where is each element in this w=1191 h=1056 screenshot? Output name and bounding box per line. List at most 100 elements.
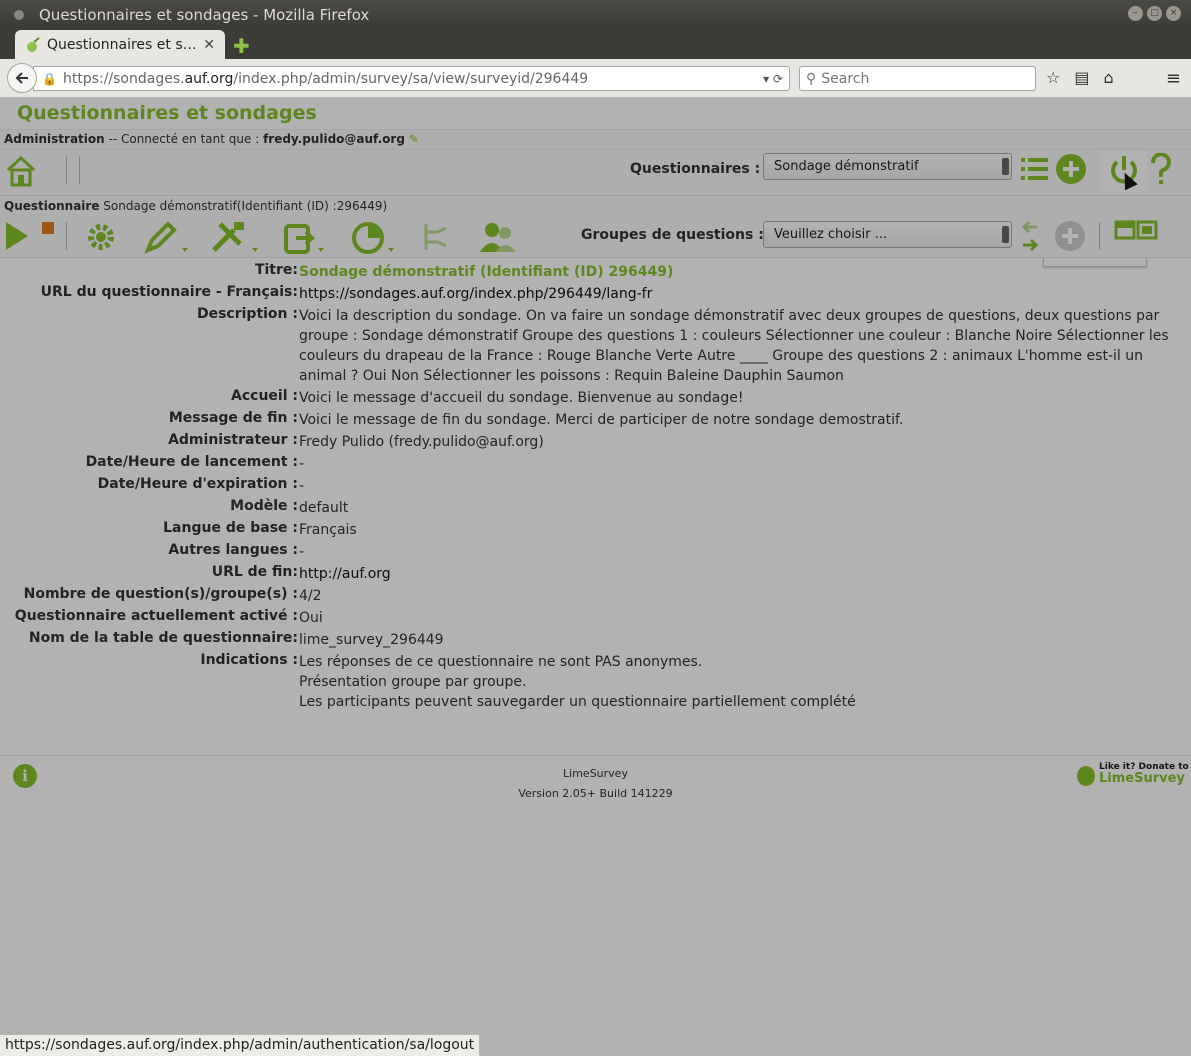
select-arrow-icon: [1002, 226, 1009, 243]
page-title: Questionnaires et sondages: [17, 102, 317, 124]
detail-value: Voici le message de fin du sondage. Merc…: [299, 412, 904, 428]
detail-value: Les réponses de ce questionnaire ne sont…: [299, 654, 703, 670]
reorder-arrows-icon[interactable]: [1019, 219, 1041, 255]
detail-label: Nombre de question(s)/groupe(s) :: [23, 586, 298, 602]
detail-label: URL de fin:: [211, 564, 298, 580]
donate-link[interactable]: Like it? Donate to LimeSurvey: [1077, 762, 1189, 788]
list-surveys-icon[interactable]: [1019, 153, 1051, 185]
user-email: fredy.pulido@auf.org: [263, 132, 405, 146]
search-placeholder: Search: [821, 70, 870, 87]
responses-chart-icon[interactable]: [350, 220, 398, 256]
window-titlebar: Questionnaires et sondages - Mozilla Fir…: [0, 0, 1191, 29]
reload-icon[interactable]: ▾ ⟳: [763, 72, 783, 86]
detail-label: Nom de la table de questionnaire:: [28, 630, 298, 646]
window-title: Questionnaires et sondages - Mozilla Fir…: [39, 5, 370, 24]
detail-label: URL du questionnaire - Français:: [40, 284, 298, 300]
add-question-group-icon[interactable]: [1054, 220, 1086, 252]
activate-survey-play-icon[interactable]: [4, 221, 30, 251]
detail-label: Langue de base :: [163, 520, 298, 536]
detail-value: default: [299, 500, 349, 516]
admin-label: Administration: [4, 132, 105, 146]
toolbar-divider: [66, 156, 67, 184]
detail-label: Titre:: [254, 262, 298, 278]
main-toolbar: Questionnaires : Sondage démonstratif Dé…: [0, 150, 1191, 267]
tab-strip: Questionnaires et s… ✕ ✚: [0, 29, 1191, 59]
detail-value: Français: [299, 522, 357, 538]
detail-label: Description :: [196, 306, 298, 322]
detail-label: Administrateur :: [168, 432, 298, 448]
browser-tab[interactable]: Questionnaires et s… ✕: [15, 30, 225, 59]
end-url-link[interactable]: http://auf.org: [299, 564, 1187, 584]
footer-version: Version 2.05+ Build 141229: [518, 787, 673, 800]
tools-icon[interactable]: [210, 220, 260, 256]
lime-logo-icon: [1077, 766, 1095, 786]
participants-icon[interactable]: [478, 220, 518, 254]
detail-value: -: [299, 544, 305, 560]
page-footer: i LimeSurvey Version 2.05+ Build 141229 …: [0, 755, 1191, 815]
detail-label: Date/Heure de lancement :: [85, 454, 298, 470]
lock-icon[interactable]: 🔒: [42, 72, 57, 86]
survey-select[interactable]: Sondage démonstratif: [763, 153, 1012, 180]
nav-toolbar-icons: ☆ ▤ ⌂: [1046, 68, 1114, 87]
toolbar-divider: [1099, 222, 1100, 250]
donate-brand: LimeSurvey: [1099, 771, 1185, 786]
search-input[interactable]: ⚲ Search: [799, 66, 1036, 91]
survey-bar-label: Questionnaire: [4, 199, 100, 213]
detail-label: Indications :: [200, 652, 298, 668]
detail-value: -: [299, 478, 305, 494]
settings-gear-icon[interactable]: [84, 220, 118, 254]
bookmark-star-icon[interactable]: ☆: [1046, 68, 1060, 87]
select-arrow-icon: [1002, 158, 1009, 175]
tab-close-icon[interactable]: ✕: [203, 37, 215, 53]
detail-value: Fredy Pulido (fredy.pulido@auf.org): [299, 434, 544, 450]
maximize-icon[interactable]: □: [1147, 6, 1162, 21]
reading-list-icon[interactable]: ▤: [1074, 68, 1089, 87]
home-admin-icon[interactable]: [5, 154, 37, 188]
detail-value: -: [299, 456, 305, 472]
detail-label: Message de fin :: [168, 410, 298, 426]
detail-value: lime_survey_296449: [299, 632, 444, 648]
arrow-left-icon: [15, 72, 28, 84]
question-groups-label: Groupes de questions :: [581, 227, 764, 243]
page-content: Questionnaires et sondages Administratio…: [0, 98, 1191, 1034]
stop-survey-icon[interactable]: [42, 222, 54, 234]
toolbar-divider: [66, 222, 67, 250]
survey-bar-text: Sondage démonstratif(Identifiant (ID) :2…: [99, 199, 388, 213]
search-icon: ⚲: [806, 70, 817, 87]
detail-value-title: Sondage démonstratif (Identifiant (ID) 2…: [299, 264, 674, 280]
detail-label: Autres langues :: [168, 542, 298, 558]
survey-url-link[interactable]: https://sondages.auf.org/index.php/29644…: [299, 284, 1187, 304]
minimize-icon[interactable]: –: [1128, 6, 1143, 21]
question-group-select-value: Veuillez choisir ...: [774, 227, 888, 242]
detail-value: Oui: [299, 610, 323, 626]
url-text[interactable]: https://sondages.auf.org/index.php/admin…: [63, 71, 763, 87]
admin-bar: Administration -- Connecté en tant que :…: [0, 129, 1191, 150]
edit-user-icon[interactable]: ✎: [409, 132, 419, 146]
help-icon[interactable]: [1150, 153, 1172, 187]
edit-pencil-icon[interactable]: [144, 220, 192, 256]
status-bar: https://sondages.auf.org/index.php/admin…: [0, 1034, 481, 1056]
footer-app-name: LimeSurvey: [563, 767, 628, 780]
window-controls: – □ ×: [1128, 6, 1181, 21]
hamburger-menu-icon[interactable]: ≡: [1166, 68, 1181, 89]
detail-label: Modèle :: [230, 498, 298, 514]
tab-label: Questionnaires et s…: [47, 36, 197, 53]
limesurvey-favicon-icon: [27, 36, 40, 52]
detail-value: 4/2: [299, 588, 322, 604]
display-export-icon[interactable]: [282, 220, 330, 256]
connected-text: -- Connecté en tant que :: [104, 132, 264, 146]
home-icon[interactable]: ⌂: [1103, 68, 1113, 87]
new-tab-icon[interactable]: ✚: [233, 34, 250, 58]
add-survey-icon[interactable]: [1055, 153, 1087, 185]
question-group-select[interactable]: Veuillez choisir ...: [763, 221, 1012, 248]
toggle-view-icon[interactable]: [1114, 220, 1158, 240]
window-menu-icon[interactable]: [14, 9, 24, 20]
survey-logic-tree-icon[interactable]: [420, 220, 452, 254]
url-bar[interactable]: 🔒 https://sondages.auf.org/index.php/adm…: [33, 66, 790, 91]
questionnaires-label: Questionnaires :: [630, 161, 761, 177]
survey-select-value: Sondage démonstratif: [774, 159, 919, 174]
close-window-icon[interactable]: ×: [1166, 6, 1181, 21]
back-button[interactable]: [7, 63, 37, 93]
detail-label: Questionnaire actuellement activé :: [14, 608, 298, 624]
survey-toolbar: Groupes de questions : Veuillez choisir …: [0, 216, 1191, 258]
